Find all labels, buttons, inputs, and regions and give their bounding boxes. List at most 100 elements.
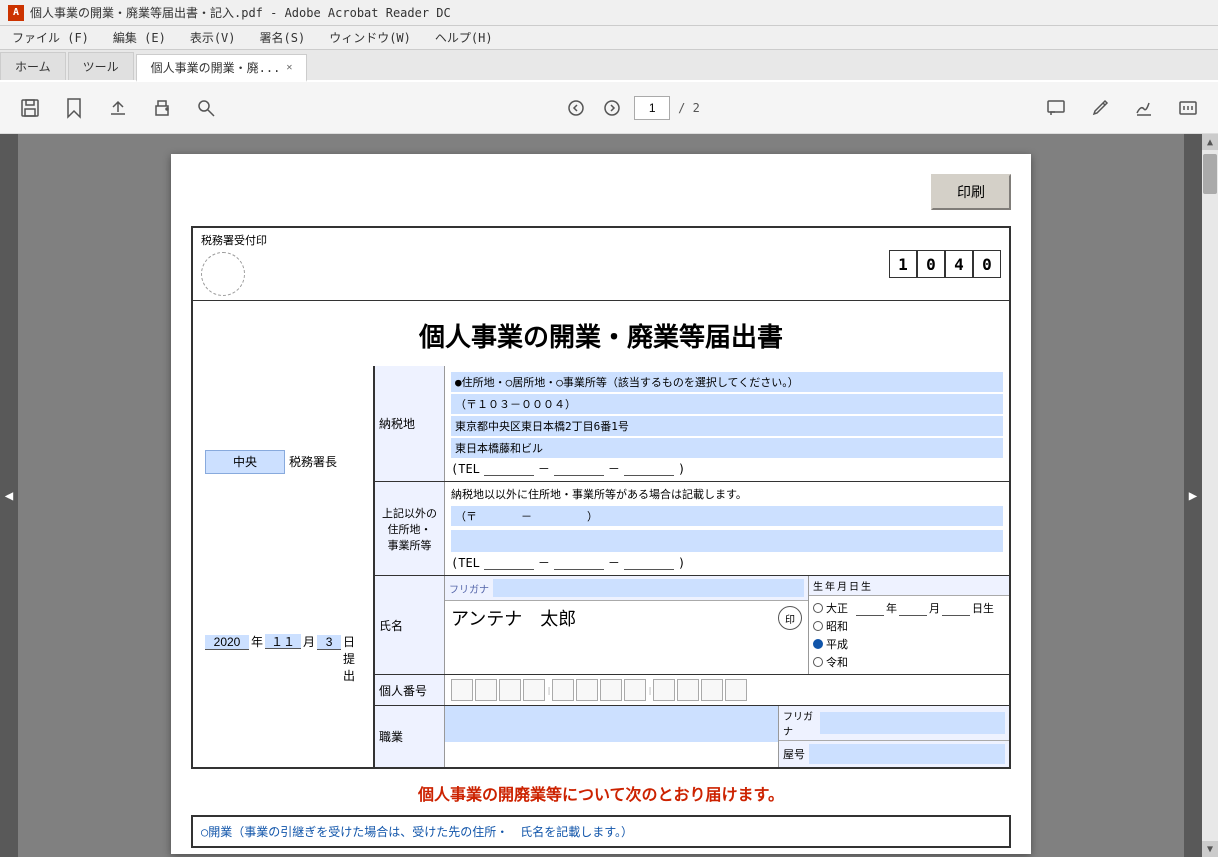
other-postal-row: （〒 － ） (451, 504, 1003, 528)
tab-tools[interactable]: ツール (68, 52, 134, 80)
title-bar: A 個人事業の開業・廃業等届出書・記入.pdf - Adobe Acrobat … (0, 0, 1218, 26)
save-button[interactable] (12, 90, 48, 126)
num-cell-5[interactable] (552, 679, 574, 701)
num-cell-11[interactable] (701, 679, 723, 701)
page-number-input[interactable] (634, 96, 670, 120)
scroll-left-button[interactable]: ◀ (0, 134, 18, 857)
day-input[interactable] (317, 635, 341, 650)
bottom-radio-label[interactable]: ○開業（事業の引継ぎを受けた場合は、受けた先の住所・ 氏名を記載します。） (201, 825, 633, 839)
birth-day-input[interactable] (942, 603, 970, 616)
form-num-3: 4 (945, 250, 973, 278)
comment-button[interactable] (1038, 90, 1074, 126)
scrollbar-thumb[interactable] (1203, 154, 1217, 194)
tab-document[interactable]: 個人事業の開業・廃... ✕ (136, 54, 308, 82)
num-cell-6[interactable] (576, 679, 598, 701)
scroll-right-button[interactable]: ▶ (1184, 134, 1202, 857)
tel-sep1: － (538, 460, 550, 477)
search-button[interactable] (188, 90, 224, 126)
sign-button[interactable] (1126, 90, 1162, 126)
year-input[interactable] (205, 635, 249, 650)
individual-number-label: 個人番号 (375, 675, 445, 705)
tab-close-icon[interactable]: ✕ (286, 62, 292, 73)
menu-sign[interactable]: 署名(S) (256, 27, 310, 48)
form-num-1: 1 (889, 250, 917, 278)
num-cell-3[interactable] (499, 679, 521, 701)
page-navigation: / 2 (232, 94, 1030, 122)
print-toolbar-button[interactable] (144, 90, 180, 126)
birth-header: 生 年 月 日 生 (809, 576, 1009, 596)
menu-help[interactable]: ヘルプ(H) (431, 27, 497, 48)
name-section: フリガナ アンテナ 太郎 印 (445, 576, 1009, 674)
num-cell-12[interactable] (725, 679, 747, 701)
reiwa-radio-circle (813, 657, 823, 667)
menu-window[interactable]: ウィンドウ(W) (325, 27, 415, 48)
print-button[interactable]: 印刷 (931, 174, 1011, 210)
form-num-2: 0 (917, 250, 945, 278)
menu-file[interactable]: ファイル (F) (8, 27, 93, 48)
job-name-input[interactable] (809, 744, 1005, 764)
job-name-row: 屋号 (779, 741, 1009, 767)
tel-input-3[interactable] (624, 461, 674, 476)
num-cell-7[interactable] (600, 679, 622, 701)
individual-cells: | | (451, 679, 1003, 701)
menu-edit[interactable]: 編集 (E) (109, 27, 170, 48)
pen-button[interactable] (1082, 90, 1118, 126)
birth-taisho-radio[interactable]: 大正 (813, 600, 848, 616)
prev-page-button[interactable] (562, 94, 590, 122)
other-tel-label: (TEL (451, 556, 480, 570)
scroll-up-button[interactable]: ▲ (1202, 134, 1218, 150)
reiwa-label: 令和 (826, 654, 848, 670)
name-content: フリガナ アンテナ 太郎 印 (445, 576, 1009, 674)
footer-text: 個人事業の開廃業等について次のとおり届けます。 (191, 769, 1011, 811)
upload-button[interactable] (100, 90, 136, 126)
num-cell-4[interactable] (523, 679, 545, 701)
window-title: 個人事業の開業・廃業等届出書・記入.pdf - Adobe Acrobat Re… (30, 4, 451, 21)
name-row: 氏名 フリガナ (375, 576, 1009, 675)
individual-number-row: 個人番号 | (375, 675, 1009, 706)
birth-month-input[interactable] (899, 603, 927, 616)
birth-reiwa-radio[interactable]: 令和 (813, 654, 848, 670)
page-total: / 2 (678, 101, 700, 115)
tab-home[interactable]: ホーム (0, 52, 66, 80)
address-line1: 東京都中央区東日本橋2丁目6番1号 (451, 416, 1003, 436)
tel-input-1[interactable] (484, 461, 534, 476)
num-cell-10[interactable] (677, 679, 699, 701)
form-right: 納税地 ●住所地・○居所地・○事業所等（該当するものを選択してください。） （〒… (373, 366, 1009, 767)
date-row: 年 月 日提出 (205, 633, 361, 684)
num-cell-9[interactable] (653, 679, 675, 701)
other-address-row: 上記以外の 住所地・ 事業所等 納税地以以外に住所地・事業所等がある場合は記載し… (375, 482, 1009, 576)
job-left (445, 706, 779, 767)
form-document: 税務署受付印 1 0 4 0 個人事業の開業・廃業等届出書 (191, 226, 1011, 769)
name-left: フリガナ アンテナ 太郎 印 (445, 576, 809, 674)
tab-bar: ホーム ツール 個人事業の開業・廃... ✕ (0, 50, 1218, 82)
job-right: フリガナ 屋号 (779, 706, 1009, 767)
job-furigana-input[interactable] (820, 712, 1005, 734)
tel-input-2[interactable] (554, 461, 604, 476)
num-cell-1[interactable] (451, 679, 473, 701)
other-tel-2[interactable] (554, 555, 604, 570)
toolbar: / 2 (0, 82, 1218, 134)
month-input[interactable] (265, 634, 301, 649)
month-suffix: 月 (303, 633, 315, 650)
name-actual-row: アンテナ 太郎 印 (445, 601, 808, 635)
num-cell-2[interactable] (475, 679, 497, 701)
scroll-down-button[interactable]: ▼ (1202, 841, 1218, 857)
job-furigana-row: フリガナ (779, 706, 1009, 741)
birth-heisei-radio[interactable]: 平成 (813, 636, 848, 652)
job-input[interactable] (445, 706, 778, 742)
birth-year-label: 年 (886, 600, 897, 616)
birth-year-input[interactable] (856, 603, 884, 616)
num-cell-8[interactable] (624, 679, 646, 701)
tools-button[interactable] (1170, 90, 1206, 126)
bookmark-button[interactable] (56, 90, 92, 126)
seal-circle: 印 (778, 606, 802, 630)
postal-code: （〒１０３－０００４） (451, 394, 1003, 414)
other-tel-3[interactable] (624, 555, 674, 570)
next-page-button[interactable] (598, 94, 626, 122)
birth-month-label: 月 (929, 600, 940, 616)
tax-office-input[interactable] (205, 450, 285, 474)
furigana-input[interactable] (493, 579, 804, 597)
menu-view[interactable]: 表示(V) (186, 27, 240, 48)
birth-showa-radio[interactable]: 昭和 (813, 618, 848, 634)
other-tel-1[interactable] (484, 555, 534, 570)
